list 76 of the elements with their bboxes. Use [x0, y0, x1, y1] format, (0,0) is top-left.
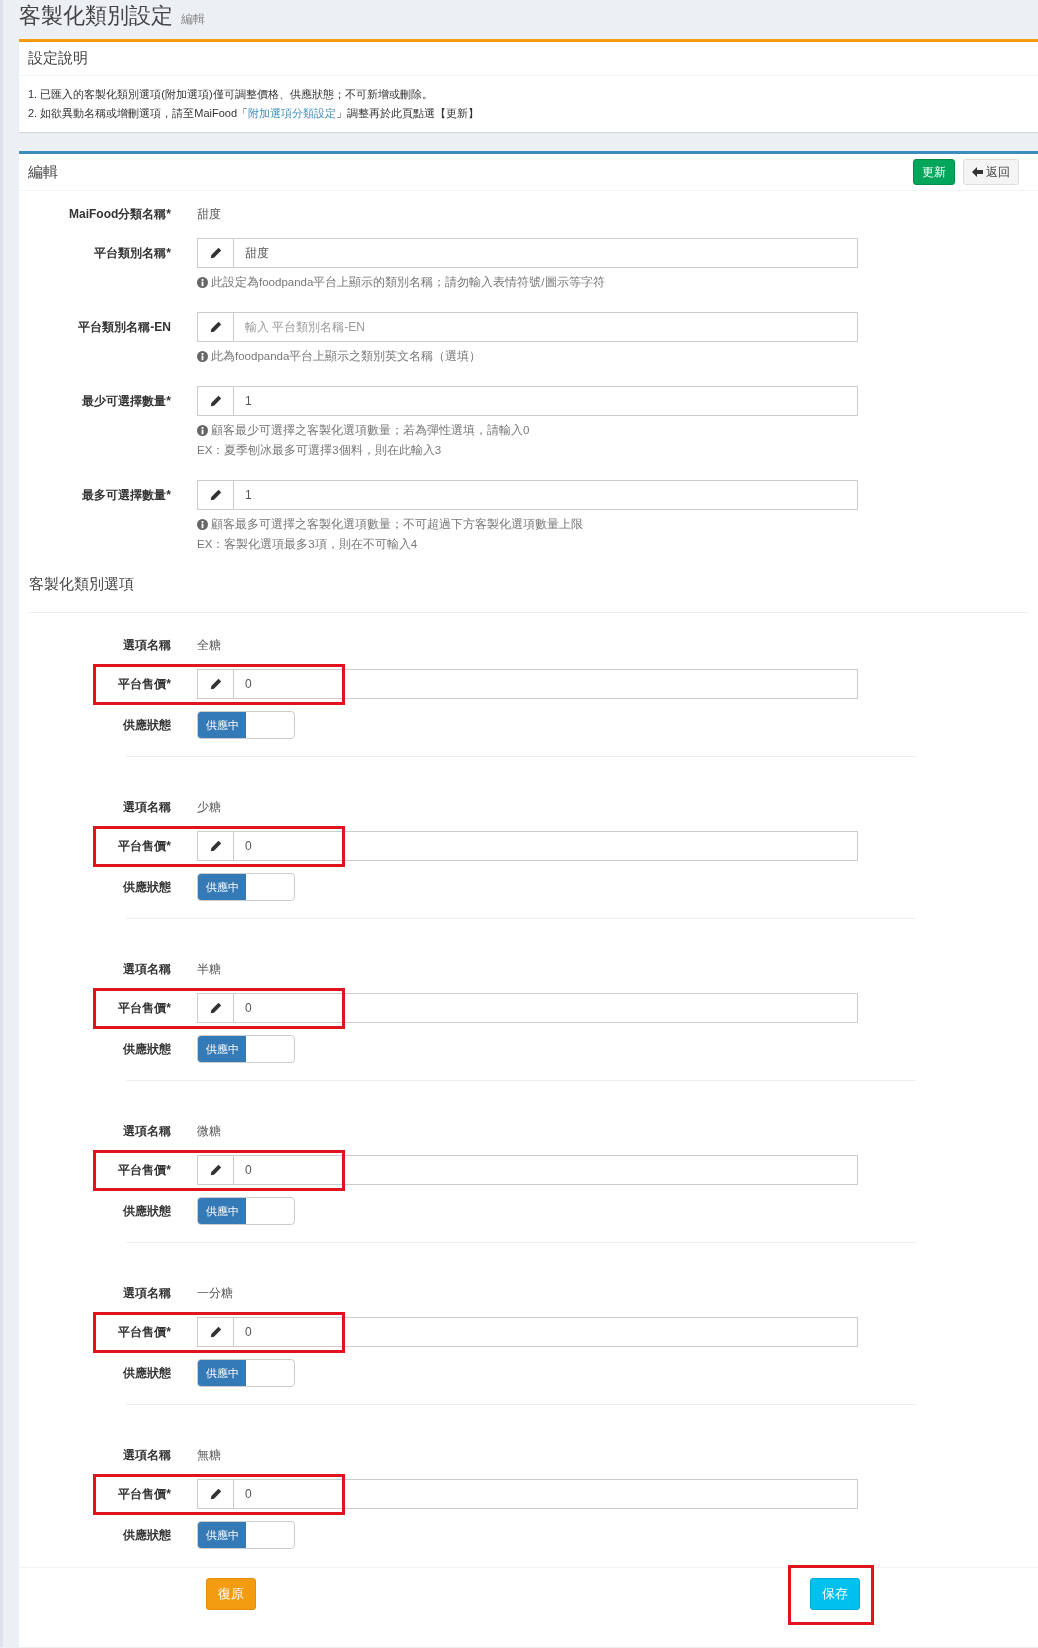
- help-text: 顧客最少可選擇之客製化選項數量；若為彈性選填，請輸入0: [211, 423, 530, 438]
- field-label: 選項名稱: [122, 636, 172, 654]
- input-field[interactable]: 0: [234, 669, 858, 699]
- input-field[interactable]: 甜度: [234, 238, 858, 268]
- field-label: 選項名稱: [122, 1446, 172, 1464]
- field-label: 平台售價*: [117, 1485, 172, 1503]
- input-field[interactable]: 0: [234, 1317, 858, 1347]
- field-label: 平台類別名稱*: [93, 245, 172, 262]
- field-label: 平台售價*: [117, 1323, 172, 1341]
- status-toggle[interactable]: 供應中: [197, 1359, 295, 1387]
- info-icon: [197, 350, 208, 362]
- input-field[interactable]: 0: [234, 993, 858, 1023]
- page-title: 客製化類別設定: [19, 2, 173, 30]
- instruction-text: 2. 如欲異動名稱或增刪選項，請至MaiFood「附加選項分類設定」調整再於此頁點選【更新】: [28, 106, 481, 121]
- field-label: MaiFood分類名稱*: [68, 206, 172, 223]
- pencil-icon: [209, 1164, 222, 1176]
- field-label: 平台類別名稱-EN: [77, 319, 172, 336]
- option-name: 半糖: [197, 960, 221, 978]
- field-label: 選項名稱: [122, 1122, 172, 1140]
- status-toggle[interactable]: 供應中: [197, 1521, 295, 1549]
- input-field[interactable]: 0: [234, 831, 858, 861]
- status-toggle[interactable]: 供應中: [197, 1035, 295, 1063]
- box-title: 設定說明: [28, 49, 88, 68]
- option-name: 全糖: [197, 636, 221, 654]
- status-toggle[interactable]: 供應中: [197, 711, 295, 739]
- field-label: 供應狀態: [122, 878, 172, 896]
- pencil-icon: [209, 321, 222, 333]
- field-label: 供應狀態: [122, 1526, 172, 1544]
- input-field[interactable]: 1: [234, 386, 858, 416]
- option-name: 一分糖: [197, 1284, 233, 1302]
- pencil-icon: [209, 395, 222, 407]
- field-label: 供應狀態: [122, 716, 172, 734]
- help-text: 顧客最多可選擇之客製化選項數量；不可超過下方客製化選項數量上限: [211, 517, 583, 532]
- field-label: 平台售價*: [117, 1161, 172, 1179]
- section-title: 客製化類別選項: [29, 574, 135, 594]
- info-icon: [197, 424, 208, 436]
- pencil-icon: [209, 678, 222, 690]
- pencil-icon: [209, 489, 222, 501]
- status-toggle[interactable]: 供應中: [197, 1197, 295, 1225]
- help-text: EX：夏季刨冰最多可選擇3個料，則在此輸入3: [197, 443, 442, 458]
- help-text: EX：客製化選項最多3項，則在不可輸入4: [197, 537, 418, 552]
- pencil-icon: [209, 1002, 222, 1014]
- field-label: 選項名稱: [122, 960, 172, 978]
- field-value: 甜度: [197, 206, 221, 223]
- pencil-icon: [209, 1326, 222, 1338]
- field-label: 平台售價*: [117, 999, 172, 1017]
- field-label: 平台售價*: [117, 675, 172, 693]
- field-label: 選項名稱: [122, 798, 172, 816]
- page-subtitle: 編輯: [181, 11, 205, 28]
- pencil-icon: [209, 1488, 222, 1500]
- option-name: 少糖: [197, 798, 221, 816]
- help-text: 此設定為foodpanda平台上顯示的類別名稱；請勿輸入表情符號/圖示等字符: [211, 275, 605, 290]
- help-text: 此為foodpanda平台上顯示之類別英文名稱（選填）: [211, 349, 482, 364]
- option-name: 微糖: [197, 1122, 221, 1140]
- field-label: 供應狀態: [122, 1364, 172, 1382]
- instruction-text: 1. 已匯入的客製化類別選項(附加選項)僅可調整價格、供應狀態；不可新增或刪除。: [28, 87, 434, 102]
- input-field[interactable]: 輸入 平台類別名稱-EN: [234, 312, 858, 342]
- field-label: 選項名稱: [122, 1284, 172, 1302]
- field-label: 最少可選擇數量*: [81, 393, 172, 410]
- status-toggle[interactable]: 供應中: [197, 873, 295, 901]
- field-label: 供應狀態: [122, 1202, 172, 1220]
- info-icon: [197, 518, 208, 530]
- input-field[interactable]: 0: [234, 1155, 858, 1185]
- box-title: 編輯: [28, 162, 59, 182]
- info-icon: [197, 276, 208, 288]
- settings-link[interactable]: 附加選項分類設定: [248, 107, 337, 119]
- back-button[interactable]: 返回: [963, 159, 1019, 185]
- input-field[interactable]: 1: [234, 480, 858, 510]
- pencil-icon: [209, 840, 222, 852]
- arrow-left-icon: [972, 167, 983, 177]
- input-field[interactable]: 0: [234, 1479, 858, 1509]
- field-label: 供應狀態: [122, 1040, 172, 1058]
- field-label: 平台售價*: [117, 837, 172, 855]
- pencil-icon: [209, 247, 222, 259]
- field-label: 最多可選擇數量*: [81, 487, 172, 504]
- option-name: 無糖: [197, 1446, 221, 1464]
